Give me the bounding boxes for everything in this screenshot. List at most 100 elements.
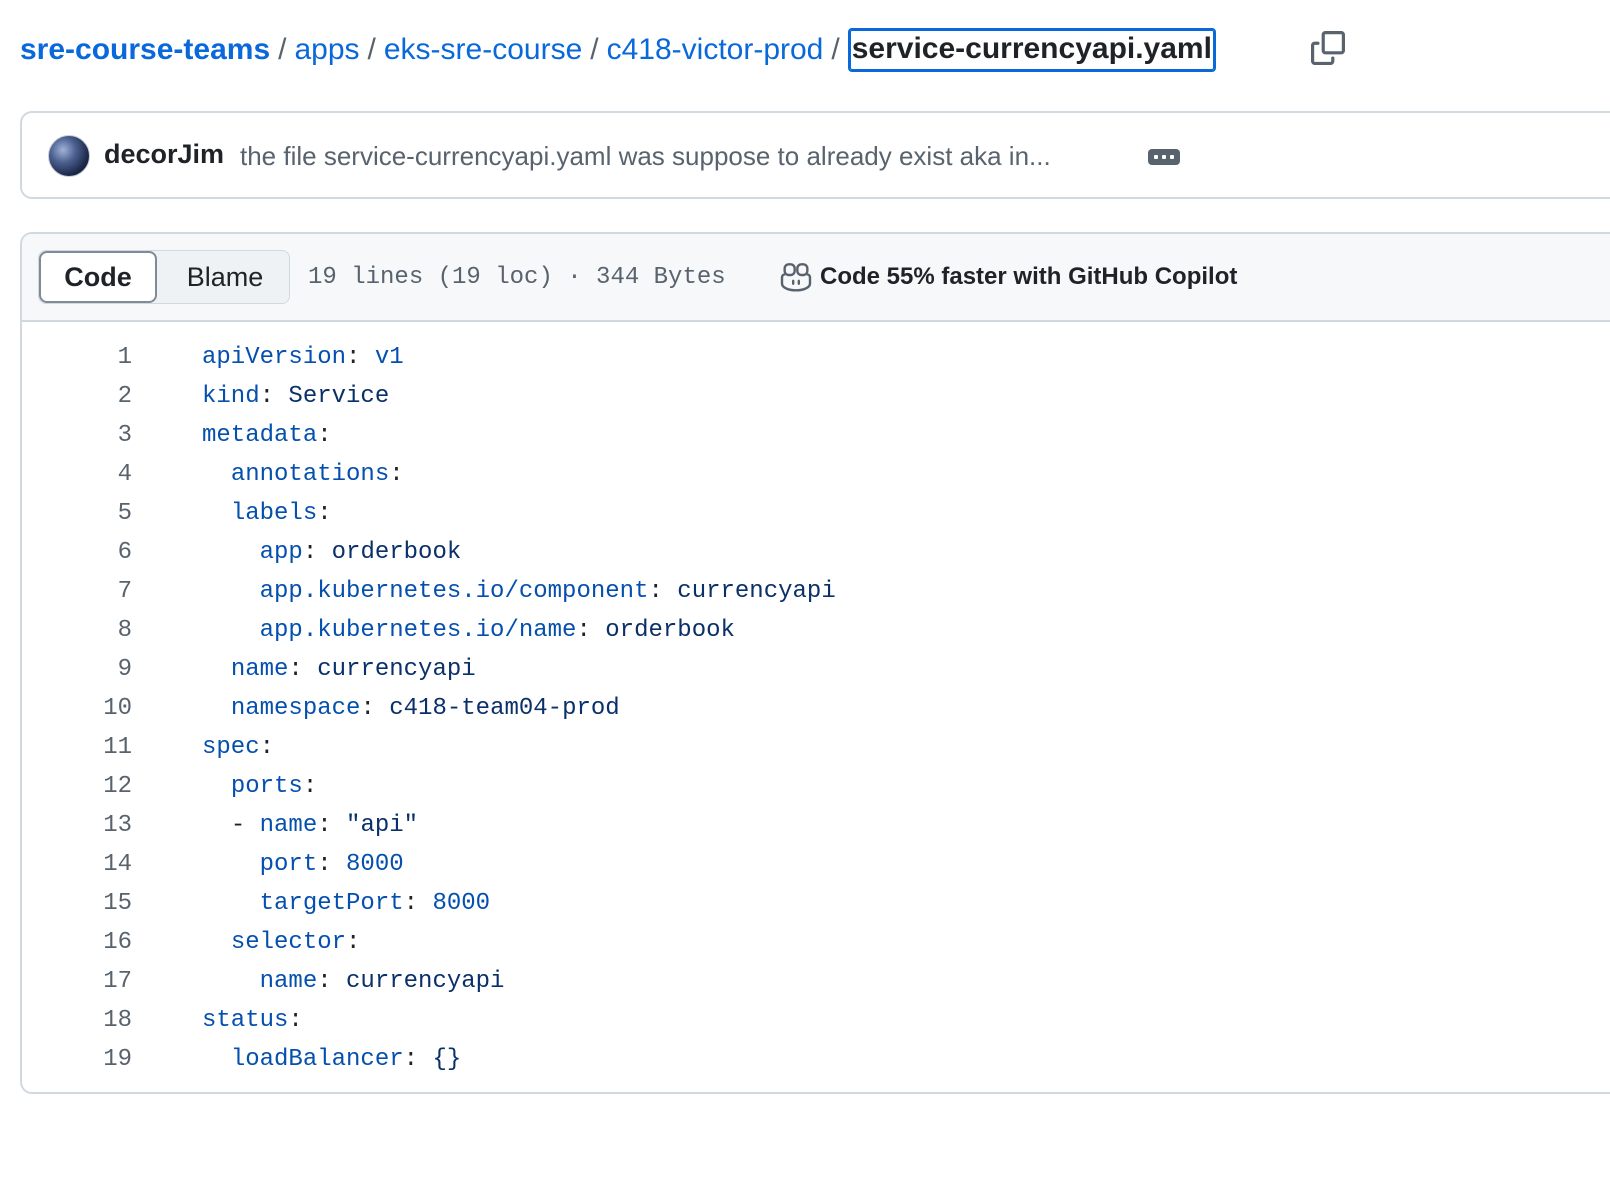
line-number[interactable]: 13	[22, 806, 132, 845]
line-number[interactable]: 12	[22, 767, 132, 806]
breadcrumb-repo-link[interactable]: sre-course-teams	[20, 33, 270, 67]
line-number[interactable]: 5	[22, 494, 132, 533]
code-line: 7 app.kubernetes.io/component: currencya…	[22, 572, 1610, 611]
yaml-value: {}	[432, 1046, 462, 1073]
line-number[interactable]: 15	[22, 884, 132, 923]
blame-tab[interactable]: Blame	[161, 251, 289, 303]
commit-author-link[interactable]: decorJim	[104, 139, 224, 170]
line-content: app: orderbook	[259, 539, 462, 566]
line-number[interactable]: 10	[22, 689, 132, 728]
yaml-key: spec	[202, 734, 260, 761]
code-line: 17 name: currencyapi	[22, 962, 1610, 1001]
line-content: - name: "api"	[230, 812, 419, 839]
yaml-key: loadBalancer	[230, 1046, 404, 1073]
line-content: targetPort: 8000	[259, 890, 491, 917]
yaml-key: name	[230, 656, 289, 683]
view-toggle: Code Blame	[38, 250, 290, 304]
code-line: 3 metadata:	[22, 416, 1610, 455]
line-content: loadBalancer: {}	[230, 1046, 462, 1073]
line-content: ports:	[230, 773, 318, 800]
copy-path-button[interactable]	[1308, 28, 1348, 68]
line-content: selector:	[230, 929, 361, 956]
yaml-key: name	[259, 812, 318, 839]
breadcrumb-separator: /	[831, 33, 840, 66]
code-line: 9 name: currencyapi	[22, 650, 1610, 689]
commit-expand-button[interactable]	[1148, 149, 1180, 165]
line-content: labels:	[230, 500, 332, 527]
breadcrumb-apps-link[interactable]: apps	[294, 33, 359, 67]
yaml-value: currencyapi	[346, 968, 505, 995]
code-tab[interactable]: Code	[39, 251, 157, 303]
copilot-promo-link[interactable]: Code 55% faster with GitHub Copilot	[780, 262, 1237, 292]
yaml-value: currencyapi	[317, 656, 476, 683]
code-line: 10 namespace: c418-team04-prod	[22, 689, 1610, 728]
commit-message-link[interactable]: the file service-currencyapi.yaml was su…	[240, 141, 1051, 172]
yaml-key: ports	[230, 773, 303, 800]
line-content: status:	[202, 1007, 303, 1034]
breadcrumb-eks-sre-course-link[interactable]: eks-sre-course	[384, 33, 582, 67]
file-viewer: Code Blame 19 lines (19 loc) · 344 Bytes…	[20, 232, 1610, 1094]
yaml-value: currencyapi	[677, 578, 836, 605]
line-number[interactable]: 19	[22, 1040, 132, 1079]
line-number[interactable]: 18	[22, 1001, 132, 1040]
code-line: 12 ports:	[22, 767, 1610, 806]
line-number[interactable]: 16	[22, 923, 132, 962]
line-content: app.kubernetes.io/component: currencyapi	[259, 578, 836, 605]
line-number[interactable]: 6	[22, 533, 132, 572]
breadcrumb-separator: /	[590, 33, 599, 66]
code-line: 14 port: 8000	[22, 845, 1610, 884]
yaml-key: selector	[230, 929, 347, 956]
latest-commit-bar: decorJim the file service-currencyapi.ya…	[20, 111, 1610, 199]
ellipsis-icon	[1170, 155, 1174, 159]
line-number[interactable]: 1	[22, 338, 132, 377]
line-content: spec:	[202, 734, 275, 761]
ellipsis-icon	[1162, 155, 1166, 159]
code-listing: 1 apiVersion: v1 2 kind: Service 3 metadata: 4…	[22, 338, 1610, 1079]
line-number[interactable]: 2	[22, 377, 132, 416]
breadcrumb-separator: /	[367, 33, 376, 66]
line-number[interactable]: 4	[22, 455, 132, 494]
code-line: 18 status:	[22, 1001, 1610, 1040]
yaml-list-dash: -	[230, 812, 260, 839]
line-content: port: 8000	[259, 851, 404, 878]
code-line: 1 apiVersion: v1	[22, 338, 1610, 377]
code-line: 5 labels:	[22, 494, 1610, 533]
yaml-key: app.kubernetes.io/name	[259, 617, 577, 644]
yaml-value: 8000	[432, 890, 491, 917]
line-content: apiVersion: v1	[202, 344, 404, 371]
code-line: 8 app.kubernetes.io/name: orderbook	[22, 611, 1610, 650]
yaml-key: labels	[230, 500, 318, 527]
avatar[interactable]	[48, 135, 90, 177]
yaml-key: namespace	[230, 695, 361, 722]
breadcrumb-c418-victor-prod-link[interactable]: c418-victor-prod	[607, 33, 824, 67]
yaml-value: "api"	[346, 812, 419, 839]
yaml-key: kind	[202, 383, 260, 410]
line-number[interactable]: 14	[22, 845, 132, 884]
copy-icon	[1311, 31, 1345, 65]
code-line: 16 selector:	[22, 923, 1610, 962]
code-line: 6 app: orderbook	[22, 533, 1610, 572]
breadcrumb: sre-course-teams / apps / eks-sre-course…	[20, 22, 1216, 78]
breadcrumb-separator: /	[278, 33, 287, 66]
code-line: 15 targetPort: 8000	[22, 884, 1610, 923]
yaml-value: orderbook	[331, 539, 462, 566]
code-line: 19 loadBalancer: {}	[22, 1040, 1610, 1079]
copilot-promo-text: Code 55% faster with GitHub Copilot	[820, 263, 1238, 290]
code-line: 11 spec:	[22, 728, 1610, 767]
line-number[interactable]: 7	[22, 572, 132, 611]
yaml-key: status	[202, 1007, 289, 1034]
line-number[interactable]: 8	[22, 611, 132, 650]
line-number[interactable]: 17	[22, 962, 132, 1001]
code-line: 13 - name: "api"	[22, 806, 1610, 845]
line-content: name: currencyapi	[259, 968, 505, 995]
file-header: Code Blame 19 lines (19 loc) · 344 Bytes…	[22, 234, 1610, 322]
yaml-value: 8000	[346, 851, 404, 878]
yaml-key: apiVersion	[202, 344, 347, 371]
line-number[interactable]: 9	[22, 650, 132, 689]
line-number[interactable]: 3	[22, 416, 132, 455]
line-number[interactable]: 11	[22, 728, 132, 767]
yaml-value: v1	[374, 344, 404, 371]
line-content: annotations:	[230, 461, 404, 488]
line-content: namespace: c418-team04-prod	[230, 695, 620, 722]
yaml-value: Service	[288, 383, 390, 410]
